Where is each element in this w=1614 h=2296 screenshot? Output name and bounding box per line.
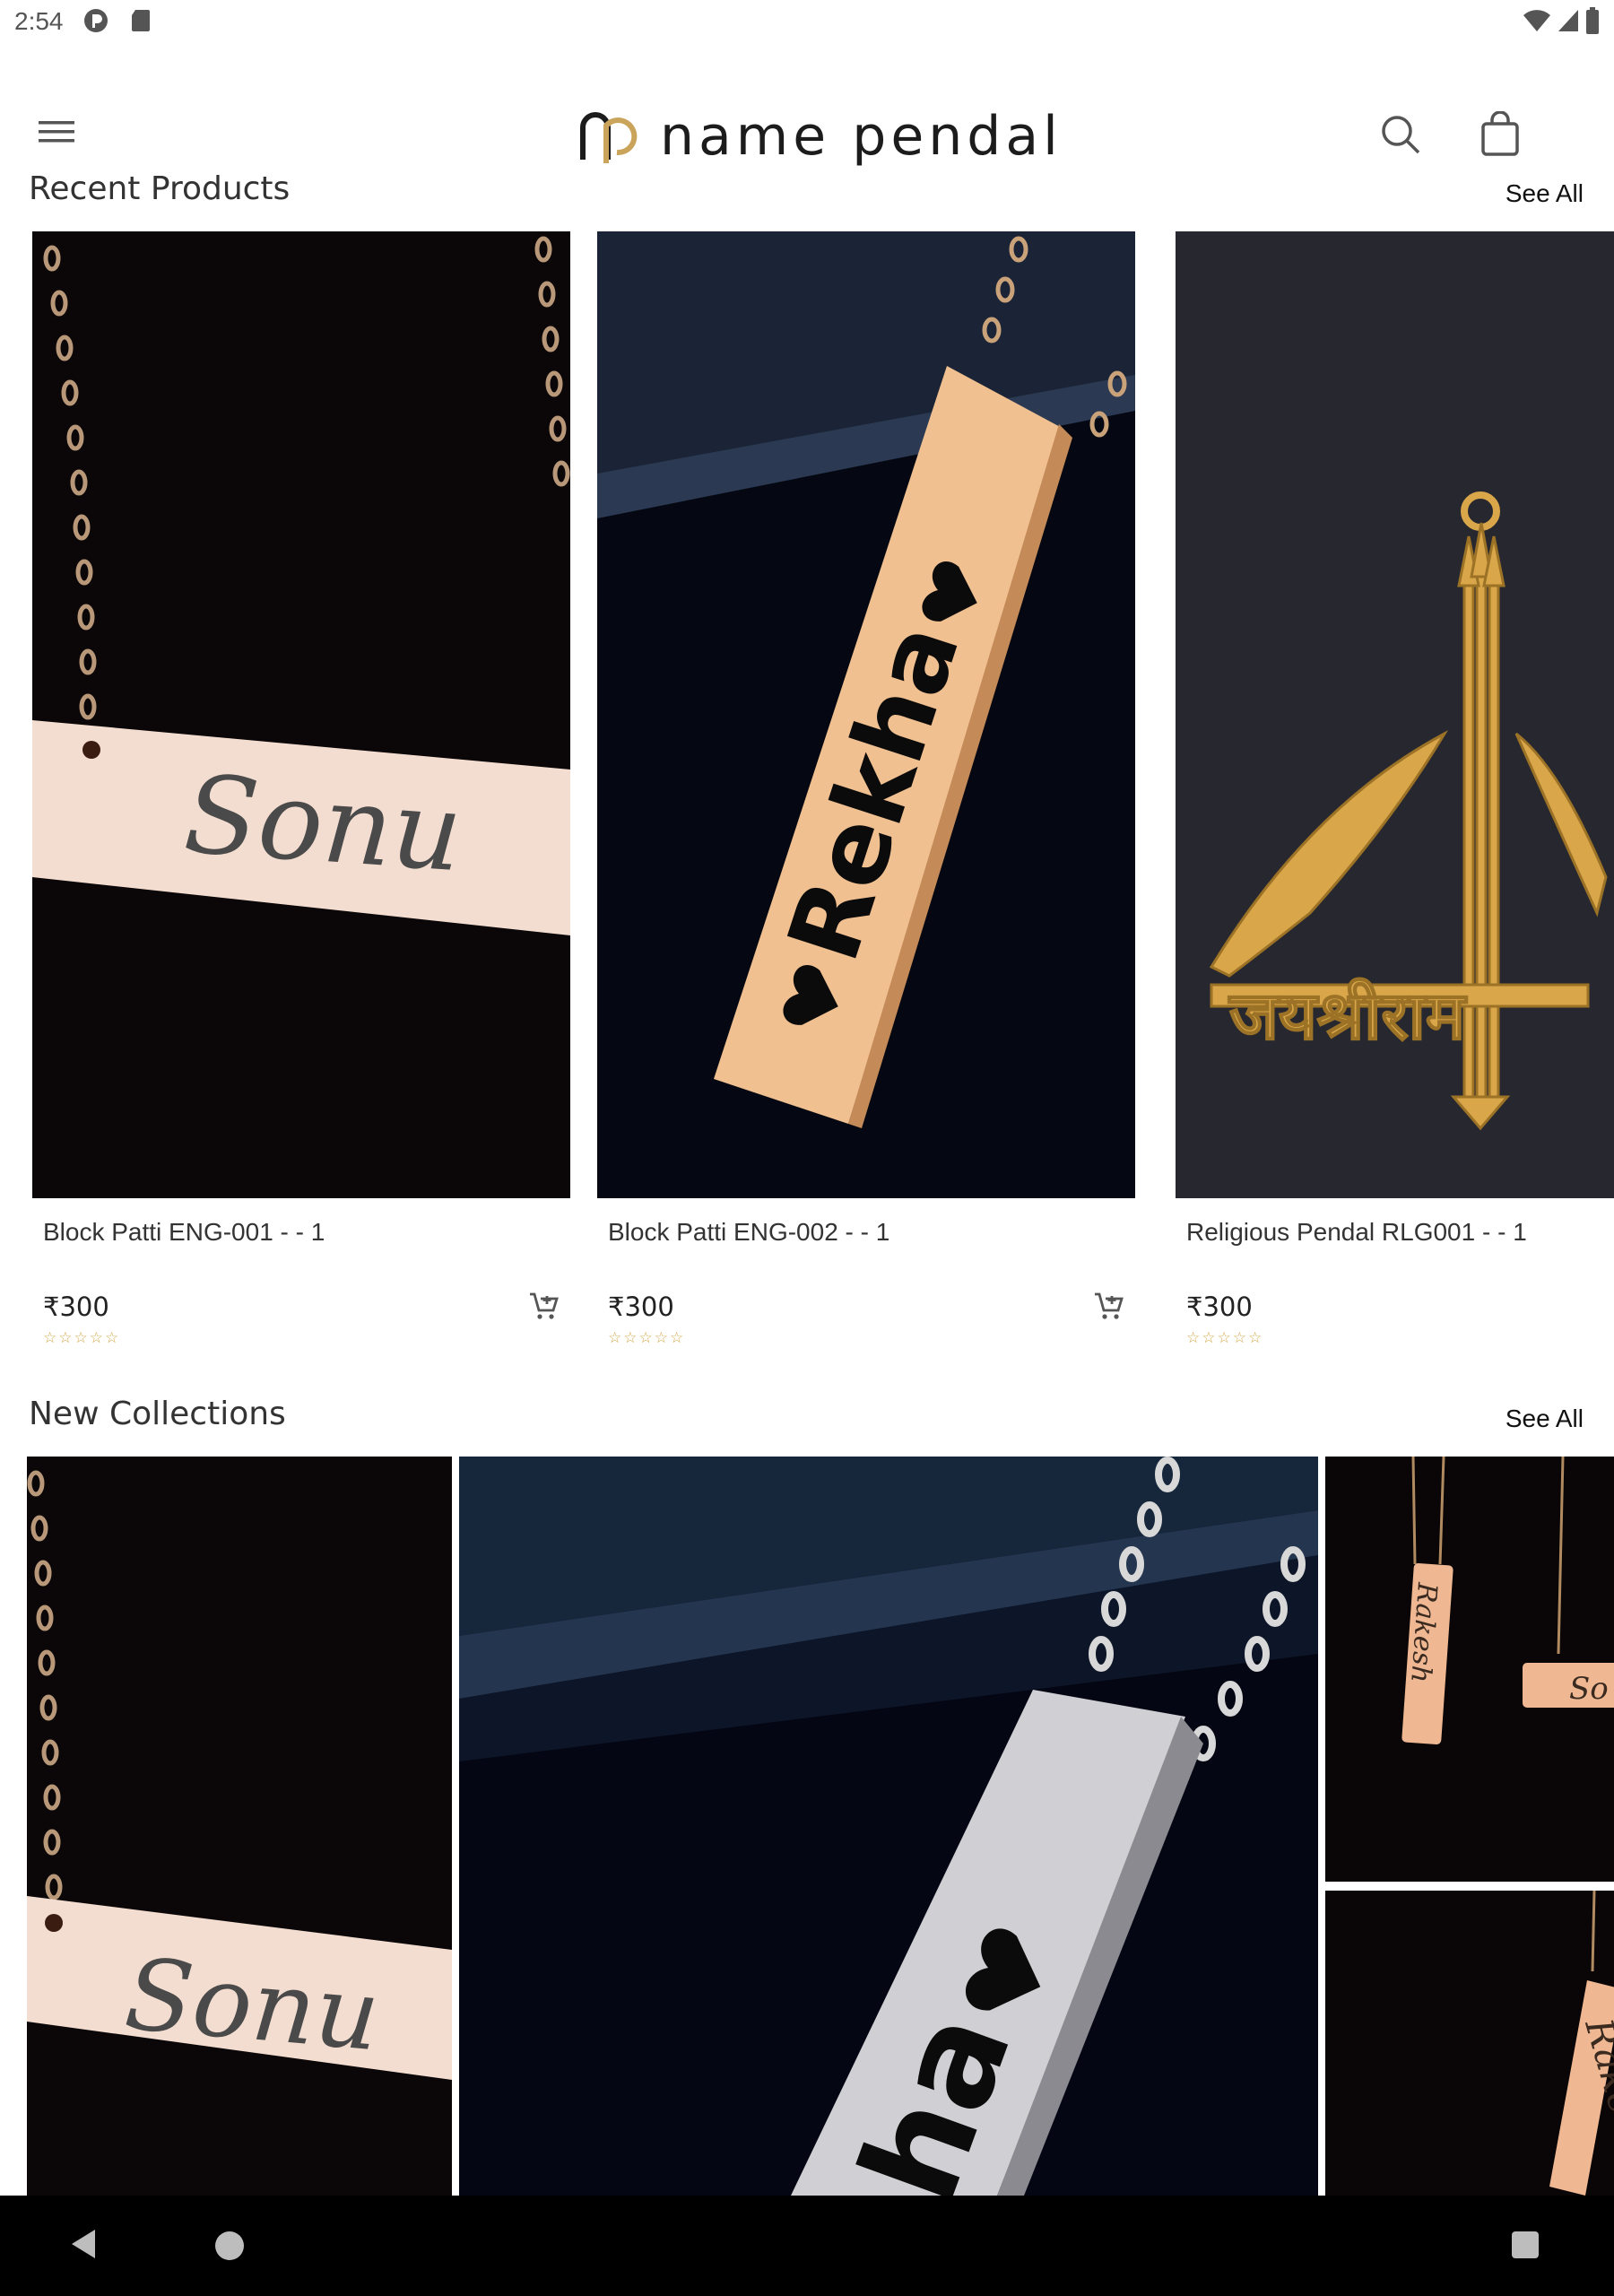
status-indicators	[1523, 7, 1600, 34]
product-photo: Sonu	[32, 231, 570, 1198]
product-price: ₹300	[43, 1292, 109, 1322]
collection-photo: Rake	[1325, 1891, 1614, 2196]
app-bar: name pendal	[0, 45, 1614, 179]
battery-icon	[1586, 7, 1599, 34]
recent-products-title: Recent Products	[29, 170, 291, 207]
shopping-bag-icon	[1481, 111, 1519, 156]
collection-engraving: So	[1569, 1671, 1609, 1707]
sd-card-icon	[132, 10, 150, 31]
recent-apps-icon[interactable]	[1512, 2231, 1539, 2258]
new-collections-title: New Collections	[29, 1396, 286, 1432]
collection-photo: Rakesh So	[1325, 1457, 1614, 1882]
collection-tile[interactable]: Rake	[1325, 1891, 1614, 2196]
menu-button[interactable]	[32, 108, 81, 156]
add-to-cart-icon	[530, 1292, 559, 1319]
brand-logo-mark-icon	[580, 112, 638, 163]
product-price: ₹300	[608, 1292, 674, 1322]
status-bar: 2:54	[0, 0, 1614, 45]
product-photo: Rekha	[597, 231, 1135, 1198]
system-navigation-bar	[0, 2196, 1614, 2296]
back-icon[interactable]	[70, 2228, 97, 2260]
search-button[interactable]	[1374, 108, 1427, 161]
add-to-cart-button[interactable]	[525, 1288, 561, 1324]
hamburger-menu-icon	[39, 121, 74, 143]
status-time: 2:54	[14, 7, 64, 35]
collection-tile[interactable]: Sonu	[27, 1457, 452, 2196]
wifi-icon	[1523, 10, 1550, 32]
product-card[interactable]: Rekha Block Patti ENG-002 - - 1 ₹300 ☆☆☆…	[597, 231, 1135, 1352]
brand-logo[interactable]: name pendal	[574, 100, 1063, 172]
product-card[interactable]: जयश्रीराम Religious Pendal RLG001 - - 1 …	[1176, 231, 1614, 1352]
product-name[interactable]: Religious Pendal RLG001 - - 1	[1186, 1218, 1527, 1247]
search-icon	[1382, 116, 1420, 154]
new-collections-see-all-link[interactable]: See All	[1506, 1405, 1584, 1433]
app-notification-icon	[84, 9, 108, 32]
product-price: ₹300	[1186, 1292, 1253, 1322]
add-to-cart-icon	[1095, 1292, 1124, 1319]
product-card[interactable]: Sonu Block Patti ENG-001 - - 1 ₹300 ☆☆☆☆…	[32, 231, 570, 1352]
product-photo: जयश्रीराम	[1176, 231, 1614, 1198]
product-rating: ☆☆☆☆☆	[608, 1329, 686, 1347]
product-image[interactable]: Sonu	[32, 231, 570, 1198]
signal-icon	[1558, 10, 1578, 31]
collection-tile[interactable]: ha	[459, 1457, 1318, 2196]
product-rating: ☆☆☆☆☆	[1186, 1329, 1264, 1347]
collection-tile[interactable]: Rakesh So	[1325, 1457, 1614, 1882]
product-name[interactable]: Block Patti ENG-001 - - 1	[43, 1218, 325, 1247]
product-image[interactable]: जयश्रीराम	[1176, 231, 1614, 1198]
collection-photo: ha	[459, 1457, 1318, 2196]
collection-engraving: Sonu	[121, 1936, 384, 2073]
add-to-cart-button[interactable]	[1090, 1288, 1126, 1324]
shopping-bag-button[interactable]	[1472, 106, 1528, 161]
home-icon[interactable]	[215, 2231, 244, 2260]
product-rating: ☆☆☆☆☆	[43, 1329, 121, 1347]
brand-name: name pendal	[660, 105, 1063, 168]
product-name[interactable]: Block Patti ENG-002 - - 1	[608, 1218, 889, 1247]
product-engraving: Sonu	[181, 752, 466, 896]
collection-photo: Sonu	[27, 1457, 452, 2196]
product-engraving: जयश्रीराम	[1228, 978, 1468, 1055]
recent-products-see-all-link[interactable]: See All	[1506, 179, 1584, 208]
product-image[interactable]: Rekha	[597, 231, 1135, 1198]
